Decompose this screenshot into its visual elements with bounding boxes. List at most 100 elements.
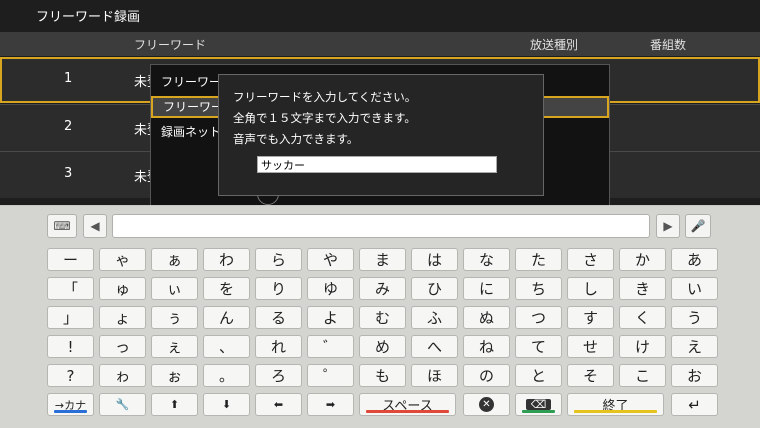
key[interactable]: う (671, 306, 718, 329)
yellow-bar (574, 410, 657, 413)
key[interactable]: り (255, 277, 302, 300)
cursor-right-button[interactable]: ▶ (656, 214, 680, 238)
row-number: 2 (64, 119, 73, 134)
key[interactable]: っ (99, 335, 146, 358)
key[interactable]: れ (255, 335, 302, 358)
key[interactable]: ん (203, 306, 250, 329)
backspace-button[interactable]: ⌫ (515, 393, 562, 416)
key[interactable]: ゃ (99, 248, 146, 271)
key[interactable]: ゜ (307, 364, 354, 387)
key[interactable]: ぅ (151, 306, 198, 329)
key[interactable]: ぉ (151, 364, 198, 387)
key[interactable]: ひ (411, 277, 458, 300)
key[interactable]: て (515, 335, 562, 358)
key[interactable]: ? (47, 364, 94, 387)
input-dialog: フリーワードを入力してください。 全角で１５文字まで入力できます。 音声でも入力… (218, 74, 544, 196)
kana-switch-button[interactable]: →カナ (47, 393, 94, 416)
key[interactable]: さ (567, 248, 614, 271)
cursor-left-button[interactable]: ◀ (83, 214, 107, 238)
arrow-left-button[interactable]: ⬅ (255, 393, 302, 416)
key[interactable]: 」 (47, 306, 94, 329)
key[interactable]: み (359, 277, 406, 300)
key[interactable]: ろ (255, 364, 302, 387)
keyboard-text-field[interactable] (112, 214, 650, 238)
key[interactable]: け (619, 335, 666, 358)
key[interactable]: な (463, 248, 510, 271)
wrench-icon[interactable]: 🔧 (99, 393, 146, 416)
dialog-line-2: 全角で１５文字まで入力できます。 (233, 111, 416, 125)
key[interactable]: は (411, 248, 458, 271)
key[interactable]: へ (411, 335, 458, 358)
key[interactable]: ゛ (307, 335, 354, 358)
key[interactable]: ゆ (307, 277, 354, 300)
key[interactable]: ぇ (151, 335, 198, 358)
blue-bar (54, 410, 87, 413)
key[interactable]: ふ (411, 306, 458, 329)
key[interactable]: ゅ (99, 277, 146, 300)
arrow-right-button[interactable]: ➡ (307, 393, 354, 416)
key[interactable]: ゎ (99, 364, 146, 387)
key[interactable]: ! (47, 335, 94, 358)
header-count: 番組数 (650, 38, 687, 52)
key[interactable]: む (359, 306, 406, 329)
key[interactable]: を (203, 277, 250, 300)
done-button[interactable]: 終了 (567, 393, 664, 416)
key[interactable]: た (515, 248, 562, 271)
key[interactable]: か (619, 248, 666, 271)
key[interactable]: す (567, 306, 614, 329)
key[interactable]: ね (463, 335, 510, 358)
tv-screen: フリーワード録画 フリーワード 放送種別 番組数 1 未登録 2 未登録 3 未… (0, 0, 760, 205)
key[interactable]: ょ (99, 306, 146, 329)
header-keyword: フリーワード (134, 38, 207, 52)
key[interactable]: も (359, 364, 406, 387)
key[interactable]: そ (567, 364, 614, 387)
key[interactable]: し (567, 277, 614, 300)
key[interactable]: よ (307, 306, 354, 329)
enter-button[interactable]: ↵ (671, 393, 718, 416)
key[interactable]: お (671, 364, 718, 387)
green-bar (522, 410, 555, 413)
row-number: 1 (64, 71, 73, 86)
dialog-line-1: フリーワードを入力してください。 (233, 90, 417, 104)
page-title: フリーワード録画 (36, 10, 141, 25)
clear-button[interactable]: ✕ (463, 393, 510, 416)
key[interactable]: え (671, 335, 718, 358)
key[interactable]: い (671, 277, 718, 300)
mic-icon[interactable]: 🎤 (685, 214, 711, 238)
software-keyboard: ⌨ ◀ ▶ 🎤 ーゃぁわらやまはなたさかあ「ゅぃをりゆみひにちしきい」ょぅんるよ… (0, 205, 760, 428)
key[interactable]: 、 (203, 335, 250, 358)
header-type: 放送種別 (530, 38, 579, 52)
key[interactable]: 「 (47, 277, 94, 300)
key[interactable]: つ (515, 306, 562, 329)
key[interactable]: ま (359, 248, 406, 271)
arrow-up-button[interactable]: ⬆ (151, 393, 198, 416)
key[interactable]: ぁ (151, 248, 198, 271)
key[interactable]: ぃ (151, 277, 198, 300)
key[interactable]: ら (255, 248, 302, 271)
row-number: 3 (64, 166, 73, 181)
key[interactable]: き (619, 277, 666, 300)
key[interactable]: こ (619, 364, 666, 387)
freeword-input[interactable]: サッカー (257, 156, 497, 173)
backspace-icon: ⌫ (525, 399, 552, 410)
key[interactable]: ぬ (463, 306, 510, 329)
key[interactable]: る (255, 306, 302, 329)
key[interactable]: ー (47, 248, 94, 271)
key[interactable]: め (359, 335, 406, 358)
key[interactable]: に (463, 277, 510, 300)
key[interactable]: わ (203, 248, 250, 271)
key[interactable]: 。 (203, 364, 250, 387)
close-icon: ✕ (479, 397, 494, 412)
key[interactable]: あ (671, 248, 718, 271)
key[interactable]: ほ (411, 364, 458, 387)
key[interactable]: と (515, 364, 562, 387)
key[interactable]: ち (515, 277, 562, 300)
key[interactable]: く (619, 306, 666, 329)
key[interactable]: の (463, 364, 510, 387)
key[interactable]: や (307, 248, 354, 271)
key[interactable]: せ (567, 335, 614, 358)
keyboard-icon[interactable]: ⌨ (47, 214, 77, 238)
dialog-line-3: 音声でも入力できます。 (233, 132, 359, 146)
arrow-down-button[interactable]: ⬇ (203, 393, 250, 416)
space-button[interactable]: スペース (359, 393, 456, 416)
